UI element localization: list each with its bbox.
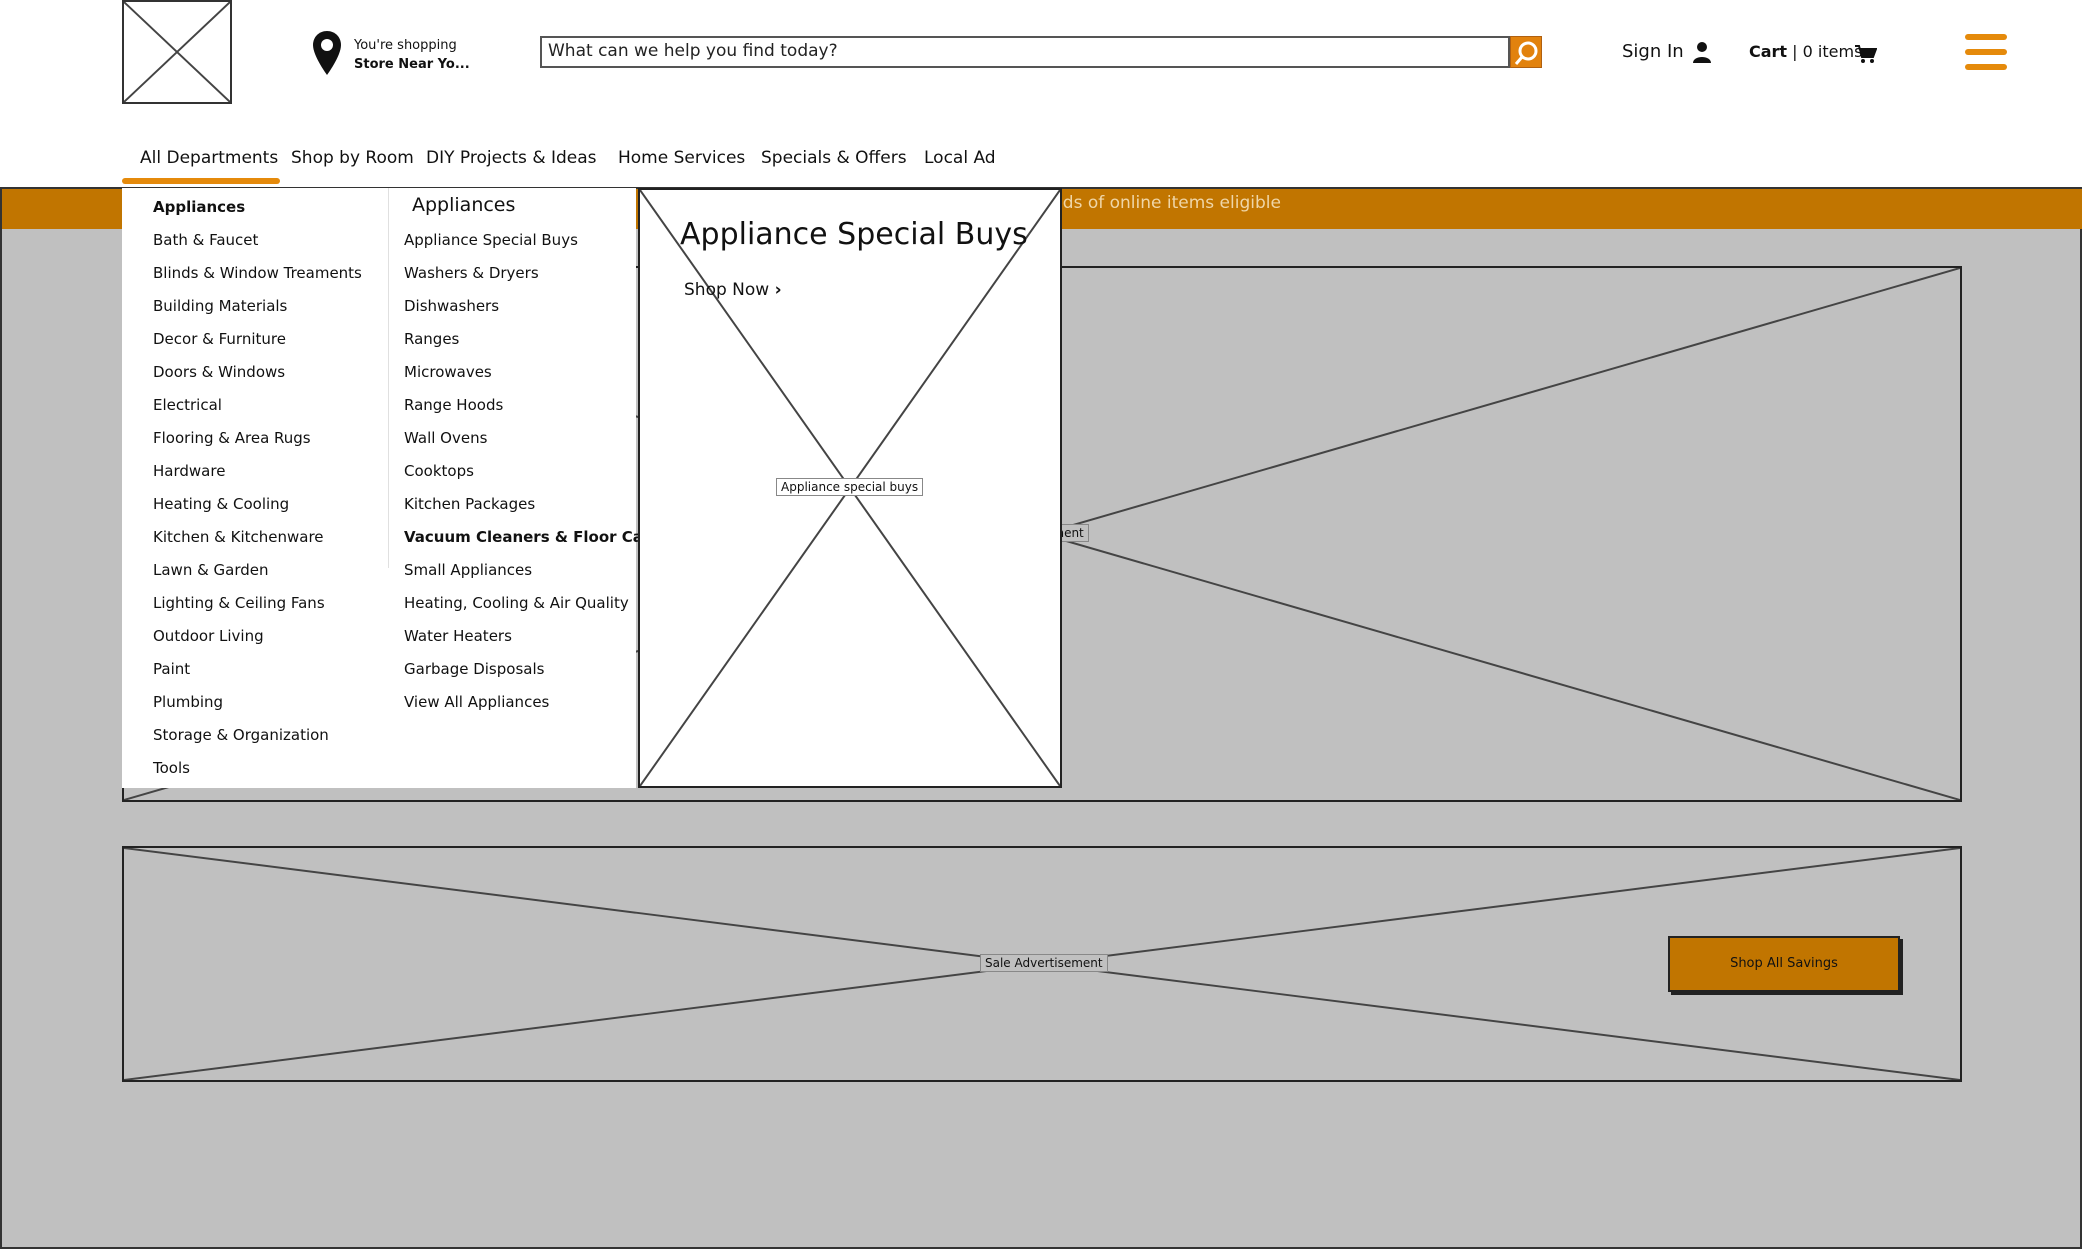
dept-item[interactable]: Bath & Faucet xyxy=(153,231,258,249)
search-input[interactable] xyxy=(542,38,1514,64)
search-box xyxy=(540,36,1514,68)
dept-item[interactable]: Storage & Organization xyxy=(153,726,329,744)
dept-item[interactable]: Flooring & Area Rugs xyxy=(153,429,311,447)
subcategory-item[interactable]: Dishwashers xyxy=(404,297,499,315)
dept-item[interactable]: Blinds & Window Treaments xyxy=(153,264,362,282)
sign-in-link[interactable]: Sign In xyxy=(1622,41,1711,63)
dept-item[interactable]: Appliances xyxy=(153,198,245,216)
dept-item[interactable]: Tools xyxy=(153,759,190,777)
cart-separator: | xyxy=(1792,42,1798,61)
nav-local-ad[interactable]: Local Ad xyxy=(924,148,996,168)
nav-specials-offers[interactable]: Specials & Offers xyxy=(761,148,907,168)
subcategory-item[interactable]: Heating, Cooling & Air Quality xyxy=(404,594,629,612)
cart-label: Cart xyxy=(1749,42,1788,61)
subcategory-item[interactable]: Garbage Disposals xyxy=(404,660,544,678)
cart-icon xyxy=(1855,45,1877,63)
dept-item[interactable]: Paint xyxy=(153,660,190,678)
search-button[interactable] xyxy=(1510,36,1542,68)
nav-diy-projects[interactable]: DIY Projects & Ideas xyxy=(426,148,597,168)
store-label: You're shopping xyxy=(354,38,457,53)
subcategory-item[interactable]: Appliance Special Buys xyxy=(404,231,578,249)
subcategory-item[interactable]: Microwaves xyxy=(404,363,492,381)
dept-item[interactable]: Lighting & Ceiling Fans xyxy=(153,594,325,612)
dept-item[interactable]: Electrical xyxy=(153,396,222,414)
dept-item[interactable]: Heating & Cooling xyxy=(153,495,289,513)
logo-icon xyxy=(124,2,230,102)
user-icon xyxy=(1693,42,1711,63)
subcategory-item[interactable]: Vacuum Cleaners & Floor Care xyxy=(404,528,660,546)
dept-item[interactable]: Hardware xyxy=(153,462,225,480)
menu-icon[interactable] xyxy=(1965,34,2007,70)
page: nds of online items eligible ement Sale … xyxy=(0,0,2084,1251)
nav-active-indicator xyxy=(122,178,280,184)
subcategory-item[interactable]: Water Heaters xyxy=(404,627,512,645)
subcategory-item[interactable]: Wall Ovens xyxy=(404,429,487,447)
nav-home-services[interactable]: Home Services xyxy=(618,148,745,168)
chevron-right-icon: › xyxy=(774,280,782,300)
dept-item[interactable]: Plumbing xyxy=(153,693,223,711)
specials-image-label: Appliance special buys xyxy=(776,478,924,496)
location-pin-icon xyxy=(313,31,341,75)
subcategory-item[interactable]: Ranges xyxy=(404,330,459,348)
store-selector[interactable]: You're shopping Store Near Yo... xyxy=(312,30,482,80)
subcategory-item[interactable]: Cooktops xyxy=(404,462,474,480)
dept-item[interactable]: Kitchen & Kitchenware xyxy=(153,528,324,546)
logo-placeholder[interactable] xyxy=(122,0,232,104)
dept-item[interactable]: Outdoor Living xyxy=(153,627,264,645)
search-icon xyxy=(1514,41,1538,65)
subcategory-item[interactable]: Kitchen Packages xyxy=(404,495,535,513)
subcategory-item[interactable]: Range Hoods xyxy=(404,396,503,414)
nav-shop-by-room[interactable]: Shop by Room xyxy=(291,148,414,168)
departments-dropdown: Appliances Bath & Faucet Blinds & Window… xyxy=(122,188,660,788)
nav-all-departments[interactable]: All Departments xyxy=(140,148,278,168)
subcategory-heading: Appliances xyxy=(412,194,516,216)
shop-all-savings-button[interactable]: Shop All Savings xyxy=(1668,936,1900,992)
sign-in-label: Sign In xyxy=(1622,41,1684,62)
specials-title: Appliance Special Buys xyxy=(680,217,1028,252)
sale-label: Sale Advertisement xyxy=(980,954,1108,972)
promo-text: nds of online items eligible xyxy=(1052,193,1281,213)
dept-item[interactable]: Building Materials xyxy=(153,297,287,315)
shop-now-label: Shop Now xyxy=(684,280,770,300)
subcategory-item[interactable]: Small Appliances xyxy=(404,561,532,579)
subcategory-item[interactable]: View All Appliances xyxy=(404,693,549,711)
shop-now-link[interactable]: Shop Now › xyxy=(684,280,782,300)
cart-link[interactable]: Cart | 0 items xyxy=(1749,42,1877,63)
menu-divider xyxy=(388,188,389,568)
dept-item[interactable]: Lawn & Garden xyxy=(153,561,269,579)
store-name: Store Near Yo... xyxy=(354,57,470,72)
subcategory-item[interactable]: Washers & Dryers xyxy=(404,264,539,282)
dept-item[interactable]: Decor & Furniture xyxy=(153,330,286,348)
dept-item[interactable]: Doors & Windows xyxy=(153,363,285,381)
cart-count: 0 items xyxy=(1802,42,1863,61)
